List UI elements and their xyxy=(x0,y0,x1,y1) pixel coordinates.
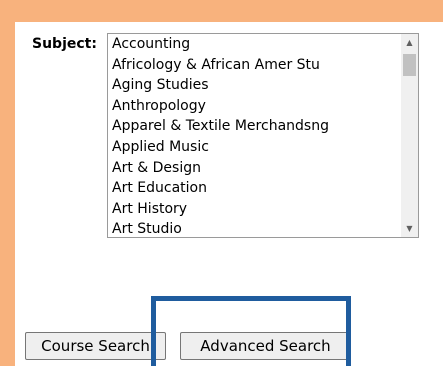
subject-option[interactable]: Aging Studies xyxy=(108,75,401,96)
advanced-search-button[interactable]: Advanced Search xyxy=(180,332,351,360)
course-search-button[interactable]: Course Search xyxy=(25,332,166,360)
subject-listbox[interactable]: Accounting Africology & African Amer Stu… xyxy=(107,33,419,238)
subject-label: Subject: xyxy=(32,36,97,52)
subject-option[interactable]: Art History xyxy=(108,199,401,220)
scroll-thumb[interactable] xyxy=(403,54,416,76)
subject-option[interactable]: Africology & African Amer Stu xyxy=(108,55,401,76)
scroll-down-arrow-icon[interactable]: ▼ xyxy=(401,220,418,237)
listbox-scrollbar[interactable]: ▲ ▼ xyxy=(401,34,418,237)
scroll-up-arrow-icon[interactable]: ▲ xyxy=(401,34,418,51)
subject-options-list: Accounting Africology & African Amer Stu… xyxy=(108,34,401,237)
subject-option[interactable]: Art Studio xyxy=(108,219,401,237)
search-form-panel: Subject: Accounting Africology & African… xyxy=(15,22,443,366)
subject-option[interactable]: Anthropology xyxy=(108,96,401,117)
subject-option[interactable]: Art Education xyxy=(108,178,401,199)
subject-option[interactable]: Applied Music xyxy=(108,137,401,158)
subject-option[interactable]: Accounting xyxy=(108,34,401,55)
page: { "form": { "subject_label": "Subject:",… xyxy=(0,0,443,366)
subject-option[interactable]: Art & Design xyxy=(108,158,401,179)
subject-option[interactable]: Apparel & Textile Merchandsng xyxy=(108,116,401,137)
